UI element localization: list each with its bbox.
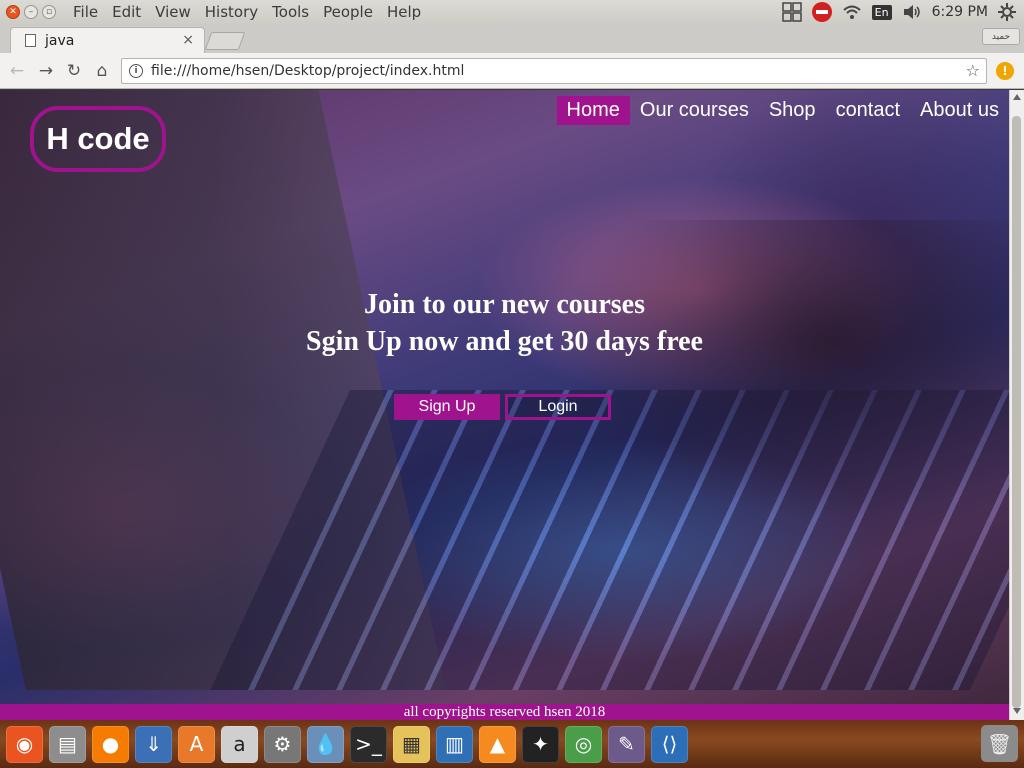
clock[interactable]: 6:29 PM <box>932 4 988 20</box>
nav-about-us[interactable]: About us <box>910 96 1009 125</box>
writer-icon[interactable]: ▥ <box>436 725 473 763</box>
info-icon[interactable]: i <box>129 64 143 78</box>
login-button[interactable]: Login <box>505 394 611 420</box>
site-footer: all copyrights reserved hsen 2018 <box>0 704 1009 720</box>
brush-icon[interactable]: ✎ <box>608 725 645 763</box>
tab-java[interactable]: java × <box>10 27 205 53</box>
keyboard-layout-indicator[interactable]: En <box>871 4 892 20</box>
profile-button[interactable]: حميد <box>982 28 1020 45</box>
scroll-down-icon[interactable] <box>1013 708 1021 714</box>
browser-toolbar: ← → ↻ ⌂ i file:///home/hsen/Desktop/proj… <box>0 53 1024 89</box>
nav-shop[interactable]: Shop <box>759 96 826 125</box>
trash-icon[interactable]: 🗑 <box>981 725 1018 762</box>
terminal-icon[interactable]: >_ <box>350 725 387 763</box>
site-logo[interactable]: H code <box>30 106 166 172</box>
menu-tools[interactable]: Tools <box>265 3 316 21</box>
chrome-icon[interactable]: ◎ <box>565 725 602 763</box>
menu-people[interactable]: People <box>316 3 380 21</box>
image-viewer-icon[interactable]: ▦ <box>393 725 430 763</box>
hero-line-1: Join to our new courses <box>363 289 646 320</box>
bookmark-star-icon[interactable]: ☆ <box>966 61 980 80</box>
document-icon <box>25 34 36 47</box>
window-maximize-icon[interactable]: ▫ <box>42 5 56 19</box>
drop-icon[interactable]: 💧 <box>307 725 344 763</box>
sign-up-button[interactable]: Sign Up <box>394 394 500 420</box>
hero-line-2: Sgin Up now and get 30 days free <box>306 326 703 357</box>
home-icon[interactable]: ⌂ <box>91 60 113 82</box>
transmission-icon[interactable]: ⇓ <box>135 725 172 763</box>
window-minimize-icon[interactable]: – <box>24 5 38 19</box>
workspace-switcher-icon[interactable] <box>781 2 802 22</box>
menu-edit[interactable]: Edit <box>105 3 148 21</box>
firefox-icon[interactable]: ● <box>92 725 129 763</box>
menu-help[interactable]: Help <box>380 3 428 21</box>
nav-our-courses[interactable]: Our courses <box>630 96 759 125</box>
address-bar[interactable]: i file:///home/hsen/Desktop/project/inde… <box>121 58 987 84</box>
tab-close-icon[interactable]: × <box>182 32 194 48</box>
background-hand <box>560 220 1009 520</box>
site-nav: Home Our courses Shop contact About us <box>556 96 1009 125</box>
wifi-icon[interactable] <box>842 4 862 20</box>
vlc-icon[interactable]: ▲ <box>479 725 516 763</box>
volume-icon[interactable] <box>902 4 922 20</box>
reload-icon[interactable]: ↻ <box>63 60 85 82</box>
scroll-thumb[interactable] <box>1012 116 1021 708</box>
amazon-icon[interactable]: a <box>221 725 258 763</box>
tab-title: java <box>45 32 75 49</box>
files-icon[interactable]: ▤ <box>49 725 86 763</box>
forward-arrow-icon[interactable]: → <box>35 60 57 82</box>
system-settings-icon[interactable]: ⚙ <box>264 725 301 763</box>
ubuntu-icon[interactable]: ◉ <box>6 725 43 763</box>
settings-gear-icon[interactable] <box>998 3 1016 21</box>
menu-history[interactable]: History <box>198 3 265 21</box>
hero-heading: Join to our new courses Sgin Up now and … <box>0 286 1009 360</box>
url-text[interactable]: file:///home/hsen/Desktop/project/index.… <box>151 63 464 79</box>
menu-file[interactable]: File <box>66 3 105 21</box>
scroll-up-icon[interactable] <box>1013 94 1021 100</box>
update-alert-icon[interactable]: ! <box>996 62 1014 80</box>
tab-strip: java × حميد <box>0 24 1024 53</box>
no-entry-icon[interactable] <box>811 2 832 22</box>
menu-view[interactable]: View <box>148 3 198 21</box>
new-tab-button[interactable] <box>204 32 246 50</box>
window-close-icon[interactable]: ✕ <box>6 5 20 19</box>
page-scrollbar[interactable] <box>1009 90 1024 720</box>
top-menu-bar: ✕ – ▫ File Edit View History Tools Peopl… <box>0 0 1024 24</box>
back-arrow-icon[interactable]: ← <box>6 60 28 82</box>
software-center-icon[interactable]: A <box>178 725 215 763</box>
page-viewport: H code Home Our courses Shop contact Abo… <box>0 90 1009 704</box>
inkscape-icon[interactable]: ✦ <box>522 725 559 763</box>
launcher-dock: ◉ ▤ ● ⇓ A a ⚙ 💧 >_ ▦ ▥ ▲ ✦ ◎ ✎ ⟨⟩ 🗑 <box>0 720 1024 768</box>
nav-home[interactable]: Home <box>556 96 630 125</box>
vscode-icon[interactable]: ⟨⟩ <box>651 725 688 763</box>
nav-contact[interactable]: contact <box>826 96 910 125</box>
